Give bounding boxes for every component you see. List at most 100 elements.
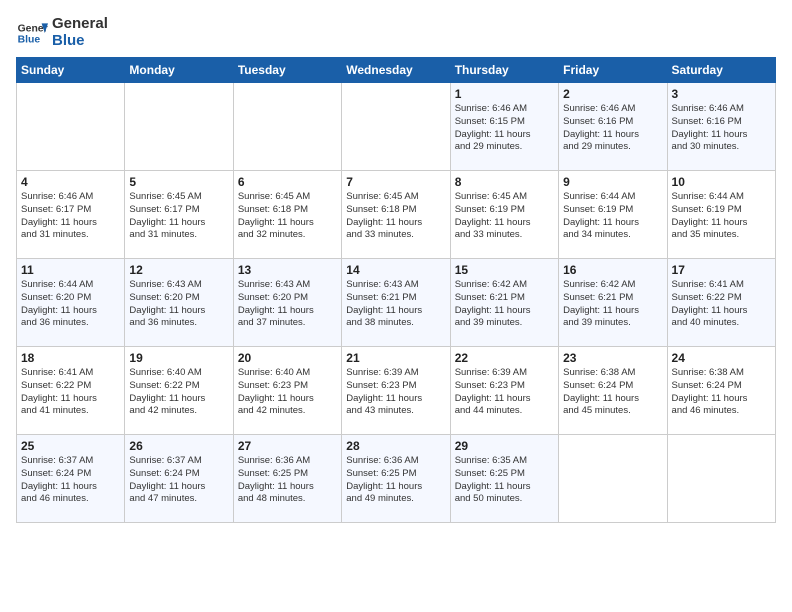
day-cell <box>342 83 450 171</box>
day-cell: 3 Sunrise: 6:46 AM Sunset: 6:16 PM Daylig… <box>667 83 775 171</box>
day-info: Sunrise: 6:37 AM Sunset: 6:24 PM Dayligh… <box>129 455 228 506</box>
day-cell <box>559 435 667 523</box>
logo-blue: Blue <box>52 33 108 50</box>
day-info: Sunrise: 6:46 AM Sunset: 6:17 PM Dayligh… <box>21 191 120 242</box>
day-info: Sunrise: 6:42 AM Sunset: 6:21 PM Dayligh… <box>563 279 662 330</box>
day-number: 17 <box>672 263 771 277</box>
day-cell: 28Sunrise: 6:36 AM Sunset: 6:25 PM Dayli… <box>342 435 450 523</box>
day-info: Sunrise: 6:40 AM Sunset: 6:23 PM Dayligh… <box>238 367 337 418</box>
header-day-wednesday: Wednesday <box>342 58 450 83</box>
header-day-sunday: Sunday <box>17 58 125 83</box>
day-number: 5 <box>129 175 228 189</box>
logo-general: General <box>52 16 108 33</box>
day-info: Sunrise: 6:43 AM Sunset: 6:20 PM Dayligh… <box>238 279 337 330</box>
day-number: 8 <box>455 175 554 189</box>
day-number: 10 <box>672 175 771 189</box>
day-cell: 15 Sunrise: 6:42 AM Sunset: 6:21 PM Dayli… <box>450 259 558 347</box>
day-cell: 25 Sunrise: 6:37 AM Sunset: 6:24 PM Dayli… <box>17 435 125 523</box>
day-number: 27 <box>238 439 337 453</box>
day-cell: 24Sunrise: 6:38 AM Sunset: 6:24 PM Dayli… <box>667 347 775 435</box>
day-info: Sunrise: 6:37 AM Sunset: 6:24 PM Dayligh… <box>21 455 120 506</box>
day-cell: 22Sunrise: 6:39 AM Sunset: 6:23 PM Dayli… <box>450 347 558 435</box>
calendar-table: SundayMondayTuesdayWednesdayThursdayFrid… <box>16 57 776 523</box>
day-cell: 13 Sunrise: 6:43 AM Sunset: 6:20 PM Dayli… <box>233 259 341 347</box>
day-cell <box>233 83 341 171</box>
week-row-1: 1 Sunrise: 6:46 AM Sunset: 6:15 PM Daylig… <box>17 83 776 171</box>
day-number: 3 <box>672 87 771 101</box>
day-number: 6 <box>238 175 337 189</box>
day-info: Sunrise: 6:46 AM Sunset: 6:15 PM Dayligh… <box>455 103 554 154</box>
header-day-tuesday: Tuesday <box>233 58 341 83</box>
day-info: Sunrise: 6:39 AM Sunset: 6:23 PM Dayligh… <box>346 367 445 418</box>
day-info: Sunrise: 6:36 AM Sunset: 6:25 PM Dayligh… <box>238 455 337 506</box>
day-cell: 5 Sunrise: 6:45 AM Sunset: 6:17 PM Daylig… <box>125 171 233 259</box>
day-cell: 7 Sunrise: 6:45 AM Sunset: 6:18 PM Daylig… <box>342 171 450 259</box>
day-number: 18 <box>21 351 120 365</box>
day-cell: 26 Sunrise: 6:37 AM Sunset: 6:24 PM Dayli… <box>125 435 233 523</box>
day-info: Sunrise: 6:46 AM Sunset: 6:16 PM Dayligh… <box>672 103 771 154</box>
day-number: 11 <box>21 263 120 277</box>
day-info: Sunrise: 6:45 AM Sunset: 6:19 PM Dayligh… <box>455 191 554 242</box>
day-number: 23 <box>563 351 662 365</box>
header-day-thursday: Thursday <box>450 58 558 83</box>
day-cell: 19 Sunrise: 6:40 AM Sunset: 6:22 PM Dayli… <box>125 347 233 435</box>
logo-icon: General Blue <box>16 17 48 49</box>
header-day-friday: Friday <box>559 58 667 83</box>
logo: General Blue General Blue <box>16 16 108 49</box>
week-row-3: 11 Sunrise: 6:44 AM Sunset: 6:20 PM Dayli… <box>17 259 776 347</box>
header-day-saturday: Saturday <box>667 58 775 83</box>
day-info: Sunrise: 6:45 AM Sunset: 6:18 PM Dayligh… <box>346 191 445 242</box>
week-row-5: 25 Sunrise: 6:37 AM Sunset: 6:24 PM Dayli… <box>17 435 776 523</box>
day-cell <box>667 435 775 523</box>
day-cell <box>125 83 233 171</box>
day-cell: 11 Sunrise: 6:44 AM Sunset: 6:20 PM Dayli… <box>17 259 125 347</box>
day-info: Sunrise: 6:43 AM Sunset: 6:20 PM Dayligh… <box>129 279 228 330</box>
day-info: Sunrise: 6:41 AM Sunset: 6:22 PM Dayligh… <box>21 367 120 418</box>
day-cell: 17Sunrise: 6:41 AM Sunset: 6:22 PM Dayli… <box>667 259 775 347</box>
day-info: Sunrise: 6:46 AM Sunset: 6:16 PM Dayligh… <box>563 103 662 154</box>
day-number: 25 <box>21 439 120 453</box>
day-info: Sunrise: 6:45 AM Sunset: 6:17 PM Dayligh… <box>129 191 228 242</box>
header-row: SundayMondayTuesdayWednesdayThursdayFrid… <box>17 58 776 83</box>
day-number: 7 <box>346 175 445 189</box>
day-number: 13 <box>238 263 337 277</box>
day-cell: 1 Sunrise: 6:46 AM Sunset: 6:15 PM Daylig… <box>450 83 558 171</box>
day-info: Sunrise: 6:38 AM Sunset: 6:24 PM Dayligh… <box>563 367 662 418</box>
day-info: Sunrise: 6:42 AM Sunset: 6:21 PM Dayligh… <box>455 279 554 330</box>
week-row-2: 4Sunrise: 6:46 AM Sunset: 6:17 PM Daylig… <box>17 171 776 259</box>
day-cell <box>17 83 125 171</box>
header-day-monday: Monday <box>125 58 233 83</box>
day-info: Sunrise: 6:45 AM Sunset: 6:18 PM Dayligh… <box>238 191 337 242</box>
day-cell: 4Sunrise: 6:46 AM Sunset: 6:17 PM Daylig… <box>17 171 125 259</box>
day-number: 15 <box>455 263 554 277</box>
day-number: 22 <box>455 351 554 365</box>
day-cell: 2 Sunrise: 6:46 AM Sunset: 6:16 PM Daylig… <box>559 83 667 171</box>
day-cell: 18 Sunrise: 6:41 AM Sunset: 6:22 PM Dayli… <box>17 347 125 435</box>
day-number: 2 <box>563 87 662 101</box>
day-number: 19 <box>129 351 228 365</box>
day-number: 28 <box>346 439 445 453</box>
day-number: 12 <box>129 263 228 277</box>
day-number: 24 <box>672 351 771 365</box>
day-info: Sunrise: 6:40 AM Sunset: 6:22 PM Dayligh… <box>129 367 228 418</box>
day-info: Sunrise: 6:44 AM Sunset: 6:19 PM Dayligh… <box>672 191 771 242</box>
day-cell: 29Sunrise: 6:35 AM Sunset: 6:25 PM Dayli… <box>450 435 558 523</box>
day-cell: 14Sunrise: 6:43 AM Sunset: 6:21 PM Dayli… <box>342 259 450 347</box>
day-number: 9 <box>563 175 662 189</box>
day-number: 14 <box>346 263 445 277</box>
day-cell: 16 Sunrise: 6:42 AM Sunset: 6:21 PM Dayli… <box>559 259 667 347</box>
day-cell: 6 Sunrise: 6:45 AM Sunset: 6:18 PM Daylig… <box>233 171 341 259</box>
svg-text:Blue: Blue <box>18 34 41 45</box>
week-row-4: 18 Sunrise: 6:41 AM Sunset: 6:22 PM Dayli… <box>17 347 776 435</box>
day-cell: 27 Sunrise: 6:36 AM Sunset: 6:25 PM Dayli… <box>233 435 341 523</box>
day-number: 21 <box>346 351 445 365</box>
day-cell: 23 Sunrise: 6:38 AM Sunset: 6:24 PM Dayli… <box>559 347 667 435</box>
day-number: 16 <box>563 263 662 277</box>
day-number: 20 <box>238 351 337 365</box>
day-info: Sunrise: 6:35 AM Sunset: 6:25 PM Dayligh… <box>455 455 554 506</box>
day-number: 1 <box>455 87 554 101</box>
page-header: General Blue General Blue <box>16 16 776 49</box>
day-cell: 20 Sunrise: 6:40 AM Sunset: 6:23 PM Dayli… <box>233 347 341 435</box>
day-number: 26 <box>129 439 228 453</box>
day-info: Sunrise: 6:44 AM Sunset: 6:20 PM Dayligh… <box>21 279 120 330</box>
